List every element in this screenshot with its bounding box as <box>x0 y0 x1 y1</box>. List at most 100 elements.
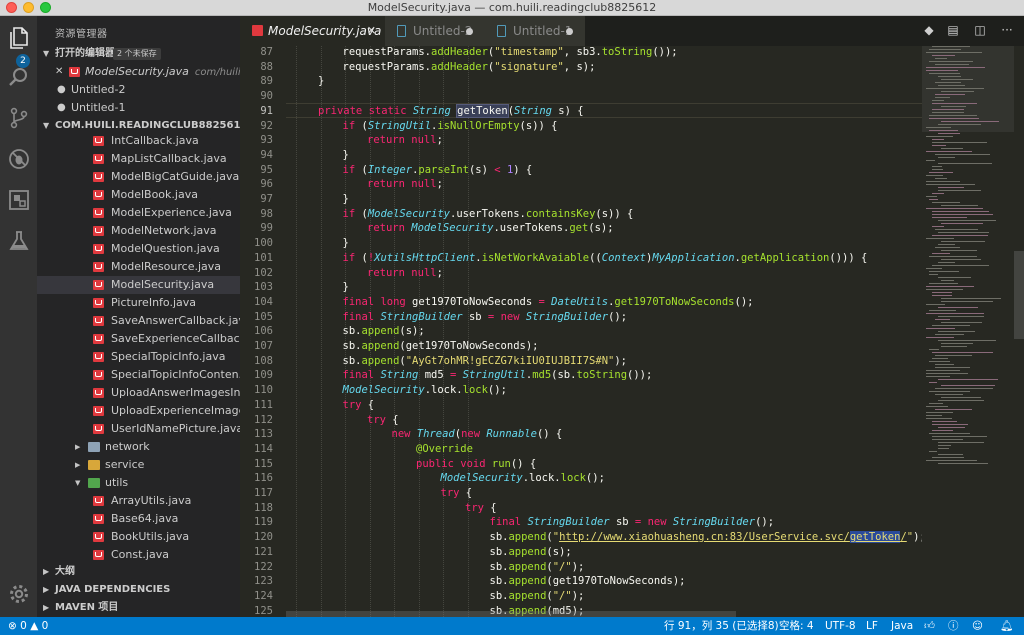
file-item[interactable]: ModelExperience.java <box>37 204 240 222</box>
file-item[interactable]: UserIdNamePicture.java <box>37 420 240 438</box>
notification-bell-icon[interactable]: 🔔︎ <box>1000 617 1013 635</box>
file-item[interactable]: SpecialTopicInfo.java <box>37 348 240 366</box>
maven-header[interactable]: ▶ MAVEN 项目 <box>37 599 240 617</box>
minimap-line <box>941 322 982 323</box>
more-actions-icon[interactable]: ··· <box>1000 23 1014 37</box>
search-icon[interactable] <box>6 66 31 91</box>
minimap-line <box>929 61 973 62</box>
chevron-right-icon: ▶ <box>43 603 50 612</box>
java-file-icon <box>93 370 104 380</box>
minimap-line <box>926 415 942 416</box>
folder-item[interactable]: ▼ utils <box>37 474 240 492</box>
minimap-line <box>929 433 970 434</box>
close-icon[interactable]: ✕ <box>367 16 376 46</box>
open-preview-icon[interactable]: ▤ <box>946 23 960 37</box>
minimap-line <box>938 220 996 221</box>
minimap-line <box>926 406 948 407</box>
file-item[interactable]: SaveAnswerCallback.java <box>37 312 240 330</box>
file-item[interactable]: ModelNetwork.java <box>37 222 240 240</box>
file-item[interactable]: ModelQuestion.java <box>37 240 240 258</box>
file-item[interactable]: MapListCallback.java <box>37 150 240 168</box>
file-item[interactable]: ArrayUtils.java <box>37 492 240 510</box>
close-icon[interactable]: ✕ <box>55 63 63 81</box>
info-icon[interactable]: ⓘ <box>948 617 959 635</box>
minimap-line <box>926 313 984 314</box>
tab-modelsecurity[interactable]: ModelSecurity.java ✕ <box>240 16 385 46</box>
file-item[interactable]: SpecialTopicInfoConten... <box>37 366 240 384</box>
language-mode[interactable]: Java <box>891 617 913 635</box>
open-editor-item[interactable]: ● Untitled-2 <box>37 81 240 99</box>
cursor-position[interactable]: 行 91，列 35 (已选择8) <box>664 617 779 635</box>
file-item[interactable]: BookUtils.java <box>37 528 240 546</box>
open-editors-header[interactable]: ▼ 打开的编辑器 2 个未保存 <box>37 45 240 63</box>
open-editor-item[interactable]: ✕ ModelSecurity.java com/huili/... <box>37 63 240 81</box>
line-number: 121 <box>254 545 273 558</box>
problems-indicator[interactable]: ⊗ 0 ▲ 0 <box>8 617 48 635</box>
file-item[interactable]: IntCallback.java <box>37 132 240 150</box>
minimap[interactable] <box>922 46 1014 617</box>
minimap-line <box>932 202 960 203</box>
file-item[interactable]: ModelSecurity.java <box>37 276 240 294</box>
settings-gear-icon[interactable] <box>6 583 31 608</box>
folder-item[interactable]: ▶ service <box>37 456 240 474</box>
minimap-line <box>941 121 999 122</box>
file-item[interactable]: SaveExperienceCallbac... <box>37 330 240 348</box>
unsaved-dot-icon[interactable]: ● <box>57 99 66 117</box>
file-item[interactable]: PictureInfo.java <box>37 294 240 312</box>
java-file-icon <box>93 190 104 200</box>
file-item[interactable]: Const.java <box>37 546 240 564</box>
line-number: 99 <box>260 222 273 235</box>
minimap-line <box>932 169 943 170</box>
git-compare-icon[interactable]: ◆ <box>922 23 936 37</box>
file-name: SaveAnswerCallback.java <box>111 314 240 327</box>
flask-icon[interactable] <box>6 230 31 255</box>
minimap-line <box>941 91 974 92</box>
thumbs-up-icon[interactable]: 👍︎ <box>924 617 935 635</box>
java-file-icon <box>93 388 104 398</box>
line-number: 92 <box>260 119 273 132</box>
file-item[interactable]: Base64.java <box>37 510 240 528</box>
file-name: ModelSecurity.java <box>111 278 215 291</box>
file-item[interactable]: ModelBook.java <box>37 186 240 204</box>
file-item[interactable]: UploadAnswerImagesIn... <box>37 384 240 402</box>
indentation[interactable]: 空格: 4 <box>779 617 814 635</box>
minimap-line <box>941 259 981 260</box>
java-file-icon <box>93 496 104 506</box>
explorer-icon[interactable] <box>6 26 31 51</box>
source-control-icon[interactable] <box>6 107 31 132</box>
unsaved-dot-icon[interactable]: ● <box>57 81 66 99</box>
split-editor-icon[interactable]: ◫ <box>973 23 987 37</box>
code-line: requestParams.addHeader("signature", s); <box>342 60 596 73</box>
minimap-line <box>941 79 973 80</box>
minimap-line <box>935 64 969 65</box>
open-editor-item[interactable]: ● Untitled-1 <box>37 99 240 117</box>
line-number: 90 <box>260 90 273 103</box>
debug-icon[interactable] <box>6 148 31 173</box>
tab-untitled-1[interactable]: Untitled-1 <box>485 16 585 46</box>
extensions-icon[interactable] <box>6 189 31 214</box>
java-dependencies-header[interactable]: ▶ JAVA DEPENDENCIES <box>37 581 240 599</box>
unsaved-dot-icon[interactable] <box>566 28 573 35</box>
code-line: if (Integer.parseInt(s) < 1) { <box>342 163 533 176</box>
end-of-line[interactable]: LF <box>866 617 878 635</box>
java-file-icon <box>93 532 104 542</box>
tab-untitled-2[interactable]: Untitled-2 <box>385 16 485 46</box>
code-line: @Override <box>416 442 473 455</box>
code-editor[interactable]: 87 88 89 90 91 92 93 94 95 96 97 98 99 100 101 102 103 10… <box>240 46 1024 617</box>
minimap-line <box>935 355 972 356</box>
smiley-icon[interactable]: ☺ <box>972 617 983 635</box>
outline-header[interactable]: ▶ 大纲 <box>37 563 240 581</box>
file-item[interactable]: ModelResource.java <box>37 258 240 276</box>
unsaved-dot-icon[interactable] <box>466 28 473 35</box>
minimap-line <box>938 400 984 401</box>
encoding[interactable]: UTF-8 <box>825 617 856 635</box>
line-number: 91 <box>260 104 273 117</box>
vertical-scrollbar[interactable] <box>1014 251 1024 339</box>
file-item[interactable]: UploadExperienceImage... <box>37 402 240 420</box>
minimap-line <box>926 337 954 338</box>
file-item[interactable]: ModelBigCatGuide.java <box>37 168 240 186</box>
java-file-icon <box>93 334 104 344</box>
folder-item[interactable]: ▶ network <box>37 438 240 456</box>
line-number: 115 <box>254 457 273 470</box>
code-line: } <box>318 75 325 88</box>
